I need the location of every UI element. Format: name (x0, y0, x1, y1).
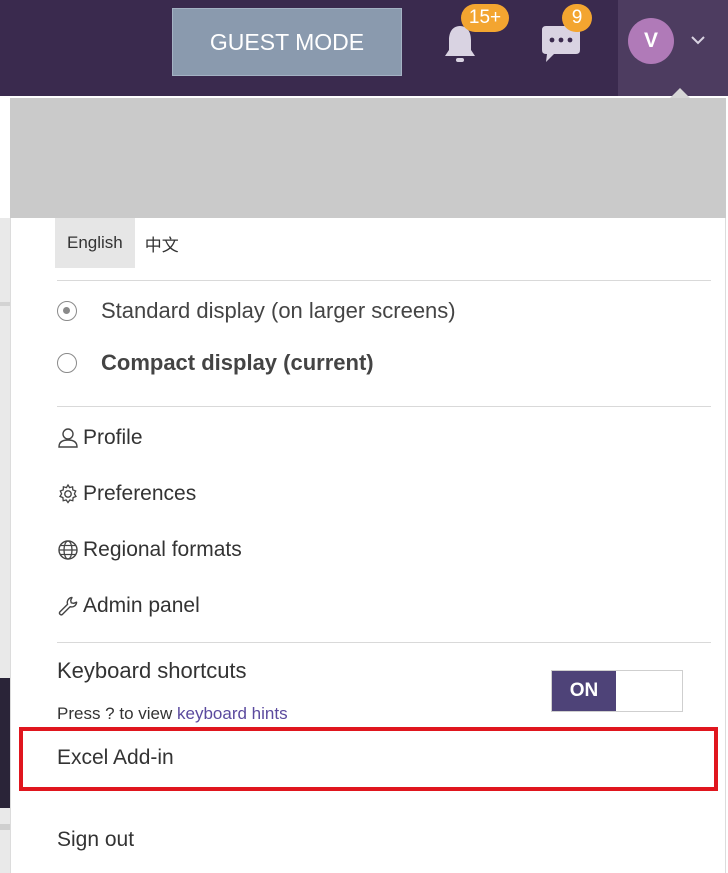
divider (57, 406, 711, 407)
menu-item-admin-panel[interactable]: Admin panel (57, 594, 200, 618)
wrench-icon (58, 596, 78, 616)
notification-count-badge: 15+ (461, 4, 509, 32)
radio-button[interactable] (57, 353, 77, 373)
language-switcher: English 中文 (55, 218, 189, 268)
keyboard-shortcuts-label: Keyboard shortcuts (57, 658, 247, 683)
menu-item-regional-formats[interactable]: Regional formats (57, 538, 242, 562)
menu-item-profile[interactable]: Profile (57, 426, 143, 450)
user-icon (58, 428, 78, 448)
menu-item-excel-add-in[interactable]: Excel Add-in (57, 746, 174, 770)
language-english[interactable]: English (55, 218, 135, 268)
user-dropdown-menu: English 中文 Standard display (on larger s… (10, 218, 726, 873)
keyboard-hints-link[interactable]: keyboard hints (177, 704, 288, 723)
keyboard-shortcuts-toggle[interactable]: ON (551, 670, 683, 712)
toggle-on-state: ON (552, 671, 616, 711)
menu-item-preferences[interactable]: Preferences (57, 482, 196, 506)
standard-display-option[interactable]: Standard display (on larger screens) (57, 298, 456, 324)
top-bar: GUEST MODE 15+ 9 V (0, 0, 728, 96)
message-count-badge: 9 (562, 4, 592, 32)
chevron-down-icon (691, 36, 705, 45)
page-background-edge (0, 218, 10, 873)
guest-mode-button[interactable]: GUEST MODE (172, 8, 402, 76)
notifications-button[interactable]: 15+ (430, 4, 509, 72)
menu-item-label: Preferences (83, 482, 197, 505)
compact-display-option[interactable]: Compact display (current) (57, 350, 374, 376)
dropdown-header (10, 98, 726, 218)
divider (57, 642, 711, 643)
divider (57, 280, 711, 281)
menu-item-sign-out[interactable]: Sign out (57, 828, 134, 852)
radio-button[interactable] (57, 301, 77, 321)
user-menu-toggle[interactable]: V (618, 0, 728, 96)
menu-item-label: Profile (83, 426, 143, 449)
messages-button[interactable]: 9 (532, 4, 592, 72)
standard-display-label: Standard display (on larger screens) (101, 298, 456, 323)
menu-item-label: Regional formats (83, 538, 242, 561)
globe-icon (58, 540, 78, 560)
gear-icon (59, 483, 77, 504)
compact-display-label: Compact display (current) (101, 350, 374, 375)
menu-item-label: Admin panel (83, 594, 200, 617)
avatar: V (628, 18, 674, 64)
dropdown-caret (670, 88, 690, 98)
keyboard-hint-text: Press ? to view keyboard hints (57, 704, 288, 723)
language-chinese[interactable]: 中文 (135, 218, 189, 268)
